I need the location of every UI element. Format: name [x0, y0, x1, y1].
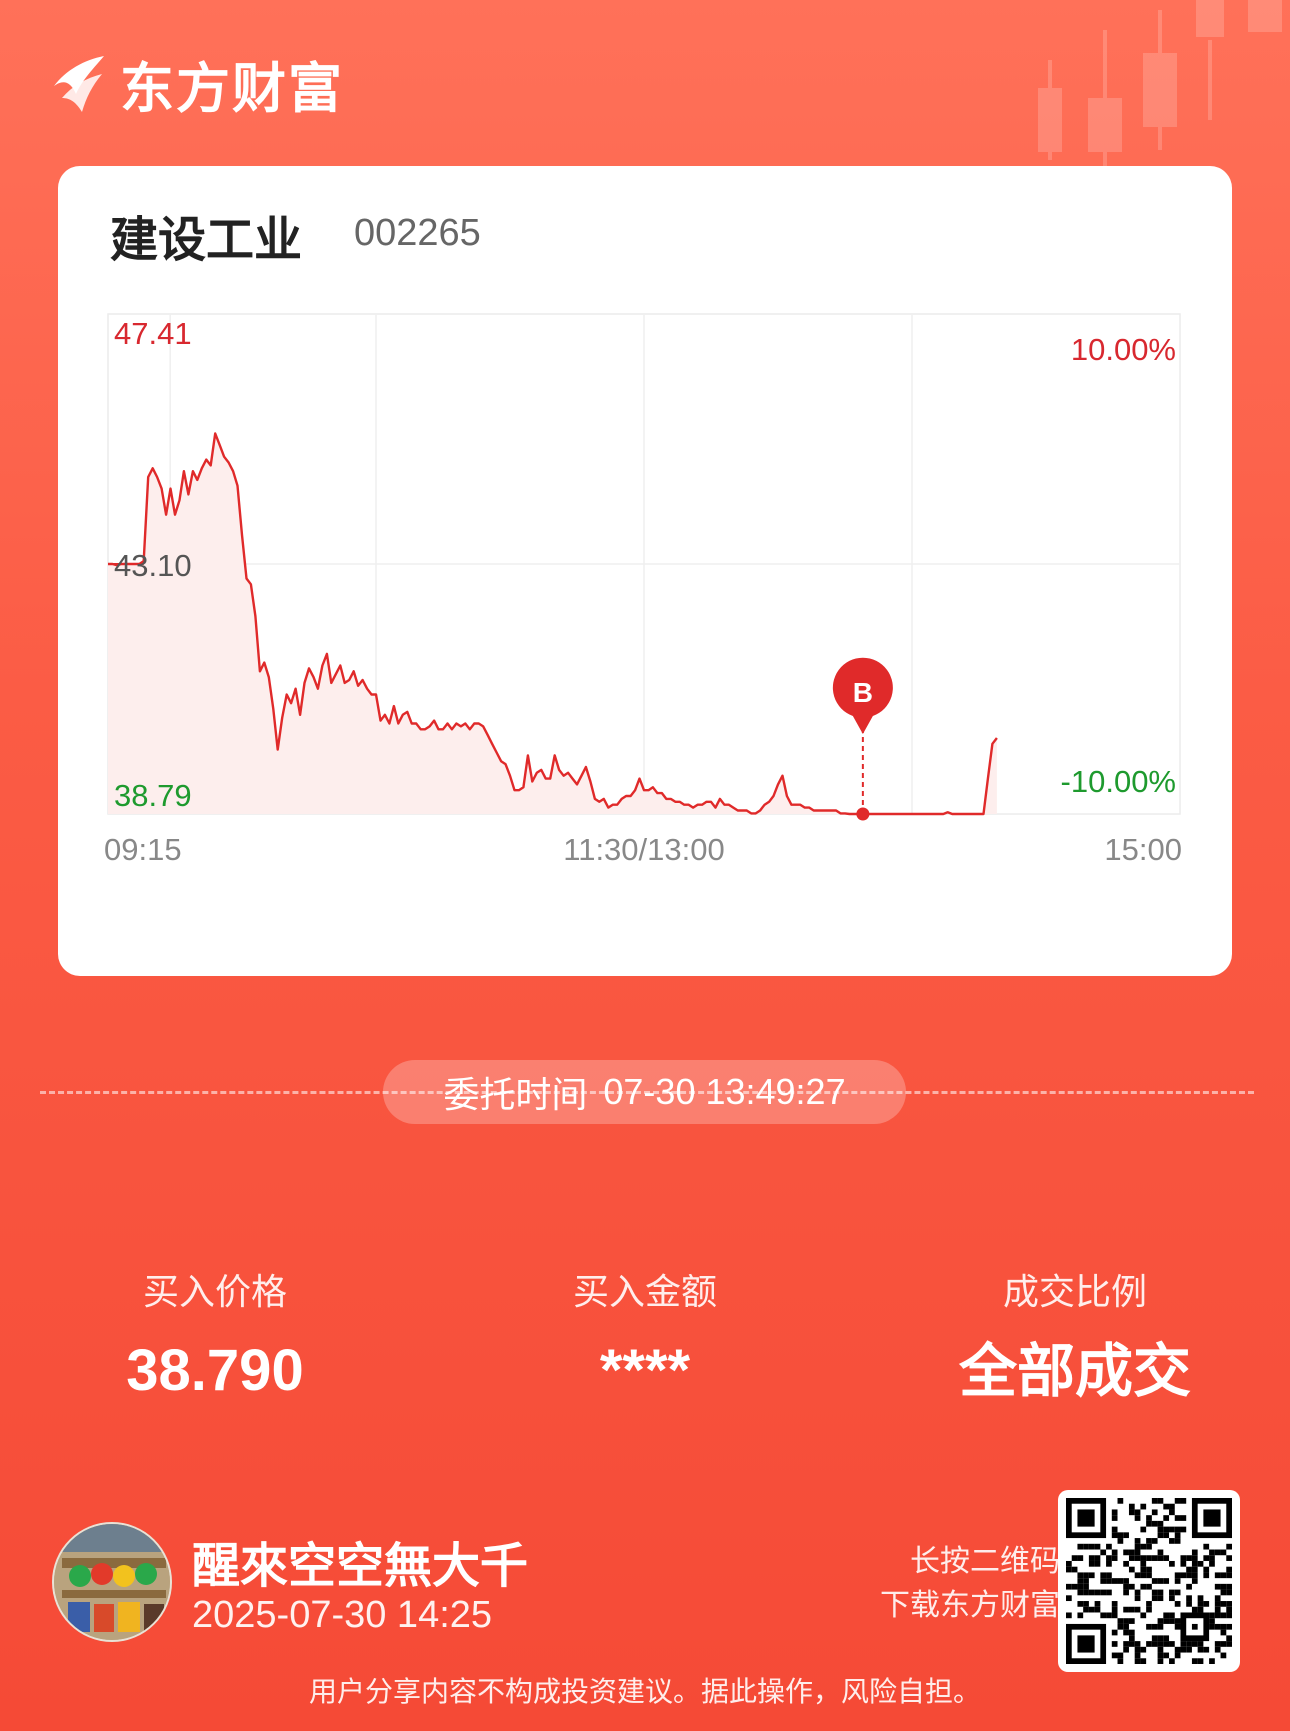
y-label-mid: 43.10: [114, 548, 192, 583]
x-tick-label: 15:00: [1104, 832, 1182, 867]
avatar-image-icon: [54, 1524, 170, 1640]
qr-hint-line2: 下载东方财富: [880, 1588, 1060, 1623]
stat-value: 全部成交: [958, 1337, 1191, 1405]
brand-logo: 东方财富: [48, 48, 344, 120]
share-time: 2025-07-30 14:25: [192, 1594, 493, 1636]
entrust-time-pill: 委托时间 07-30 13:49:27: [383, 1060, 906, 1124]
user-avatar[interactable]: [52, 1522, 172, 1642]
buy-marker: B: [832, 657, 893, 821]
brand-name: 东方财富: [120, 56, 344, 120]
stat-label: 成交比例: [1002, 1272, 1147, 1313]
download-qr-code[interactable]: [1058, 1490, 1240, 1672]
disclaimer: 用户分享内容不构成投资建议。据此操作，风险自担。: [308, 1675, 981, 1708]
stock-chart-card[interactable]: 建设工业 002265 47.41 43.10 38.79 10.00% -10.00%…: [58, 166, 1232, 976]
stat-buy-price: 买入价格 38.790: [0, 1268, 430, 1406]
eastmoney-logo-icon: [54, 56, 104, 112]
x-tick-label: 09:15: [104, 832, 182, 867]
user-name: 醒來空空無大千: [192, 1538, 529, 1594]
buy-marker-label: B: [853, 677, 873, 708]
stat-buy-amount: 买入金额 ****: [430, 1268, 860, 1406]
stat-label: 买入价格: [142, 1272, 287, 1313]
stat-label: 买入金额: [572, 1272, 717, 1313]
trade-stats: 买入价格 38.790 买入金额 **** 成交比例 全部成交: [0, 1268, 1290, 1406]
decorative-candlesticks: [1038, 0, 1282, 170]
y-label-bottom: 38.79: [114, 778, 192, 813]
entrust-time-label: 委托时间: [443, 1075, 588, 1116]
qr-hint-line1: 长按二维码: [910, 1544, 1060, 1579]
stat-value: 38.790: [126, 1338, 304, 1403]
x-tick-label: 11:30/13:00: [563, 832, 724, 867]
stat-value: ****: [599, 1338, 691, 1403]
stat-fill-ratio: 成交比例 全部成交: [860, 1268, 1290, 1406]
intraday-chart[interactable]: 47.41 43.10 38.79 10.00% -10.00% 09:15 11:30/1…: [58, 166, 1232, 976]
y-label-top: 47.41: [114, 316, 192, 351]
y-right-label-top: 10.00%: [1071, 332, 1176, 367]
qr-hint: 长按二维码 下载东方财富: [820, 1540, 1060, 1628]
buy-marker-dot: [856, 807, 870, 821]
y-right-label-bottom: -10.00%: [1061, 764, 1176, 799]
entrust-time-value: 07-30 13:49:27: [603, 1071, 846, 1112]
qr-code-icon: [1066, 1498, 1232, 1664]
